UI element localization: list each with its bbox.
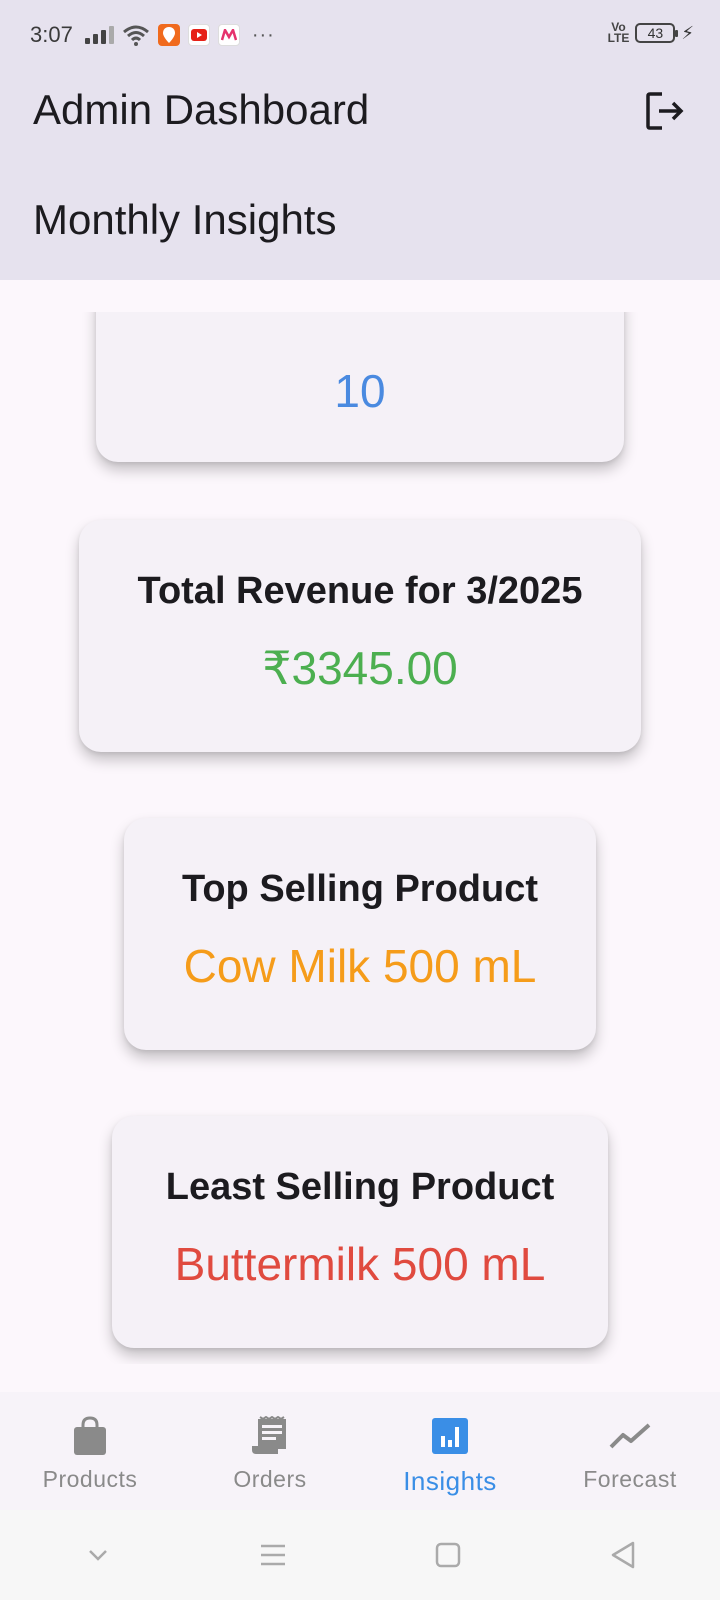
nav-item-insights[interactable]: Insights	[360, 1392, 540, 1510]
chevron-down-icon[interactable]	[68, 1525, 128, 1585]
revenue-card: Total Revenue for 3/2025 ₹3345.00	[79, 520, 641, 752]
receipt-icon	[248, 1414, 292, 1458]
nav-label-insights: Insights	[403, 1466, 497, 1496]
page-title: Admin Dashboard	[33, 86, 370, 133]
notification-app-icon	[157, 24, 180, 46]
trending-icon	[608, 1414, 652, 1458]
least-selling-title: Least Selling Product	[165, 1166, 555, 1208]
logout-icon	[646, 92, 684, 130]
nav-label-products: Products	[42, 1466, 138, 1492]
top-selling-title: Top Selling Product	[181, 868, 539, 910]
back-triangle-icon[interactable]	[593, 1525, 653, 1585]
insights-list[interactable]: 10 Total Revenue for 3/2025 ₹3345.00 Top…	[0, 312, 720, 1364]
youtube-icon	[187, 24, 210, 46]
insights-icon	[428, 1414, 472, 1458]
least-selling-value: Buttermilk 500 mL	[174, 1238, 546, 1290]
nav-item-forecast[interactable]: Forecast	[540, 1392, 720, 1510]
section-title: Monthly Insights	[33, 196, 337, 243]
status-time: 3:07	[30, 22, 73, 47]
shopping-bag-icon	[68, 1414, 112, 1458]
wifi-icon	[122, 25, 149, 46]
bottom-nav: Products Orders Insights Forecast	[0, 1392, 720, 1510]
volte-icon: Vo LTE	[607, 20, 630, 45]
logout-button[interactable]	[640, 86, 690, 136]
revenue-value: ₹3345.00	[262, 642, 458, 694]
menu-icon[interactable]	[243, 1525, 303, 1585]
status-bar: 3:07 ··· Vo LTE 43 ⚡	[0, 0, 720, 70]
nav-label-orders: Orders	[233, 1466, 307, 1492]
status-right: Vo LTE 43 ⚡	[607, 20, 694, 45]
least-selling-card: Least Selling Product Buttermilk 500 mL	[112, 1116, 608, 1348]
top-selling-card: Top Selling Product Cow Milk 500 mL	[124, 818, 596, 1050]
nav-item-orders[interactable]: Orders	[180, 1392, 360, 1510]
more-notifications-icon: ···	[251, 23, 275, 46]
signal-icon	[84, 26, 114, 44]
nav-label-forecast: Forecast	[583, 1466, 677, 1492]
total-orders-card: 10	[96, 312, 624, 462]
orders-value: 10	[334, 365, 386, 417]
app-bar: Admin Dashboard Monthly Insights	[0, 70, 720, 280]
battery-icon: 43	[635, 23, 679, 43]
charging-icon: ⚡	[681, 22, 694, 43]
home-square-icon[interactable]	[418, 1525, 478, 1585]
revenue-title: Total Revenue for 3/2025	[137, 570, 583, 612]
system-nav-bar	[0, 1510, 720, 1600]
status-icons: ···	[84, 23, 275, 47]
myntra-icon	[217, 24, 240, 46]
top-selling-value: Cow Milk 500 mL	[183, 940, 537, 992]
nav-item-products[interactable]: Products	[0, 1392, 180, 1510]
